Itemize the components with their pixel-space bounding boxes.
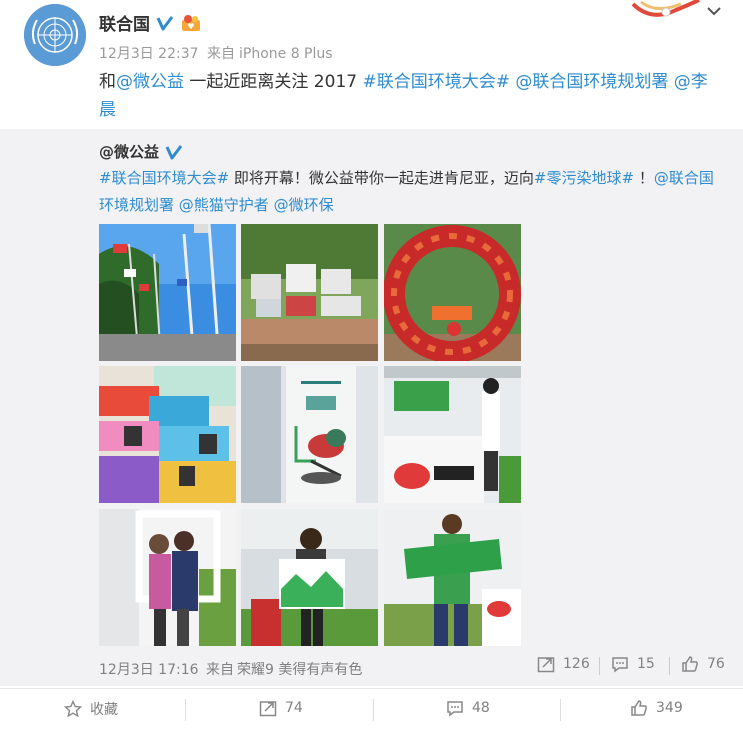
post-time[interactable]: 12月3日 22:37	[99, 46, 199, 62]
weibo-booth-photo[interactable]	[384, 366, 521, 503]
mention-link[interactable]: @微环保	[274, 196, 334, 214]
man-frame-photo[interactable]	[241, 509, 378, 646]
repost-comment-button[interactable]: 15	[611, 655, 655, 673]
divider	[560, 699, 561, 721]
repost-source: 荣耀9 美得有声有色	[236, 662, 363, 678]
like-count: 349	[656, 700, 683, 716]
repost-author-row: @微公益	[99, 141, 183, 162]
divider	[599, 657, 600, 675]
favorite-label: 收藏	[90, 702, 118, 718]
post-meta: 12月3日 22:37 来自 iPhone 8 Plus	[99, 43, 337, 63]
repost-author[interactable]: @微公益	[99, 141, 159, 162]
comment-icon	[612, 657, 628, 673]
thumbs-up-icon	[631, 700, 647, 716]
thumbs-up-icon	[682, 656, 698, 672]
mention-link[interactable]: @熊猫守护者	[179, 196, 269, 214]
repost-box: @微公益 #联合国环境大会# 即将开幕！微公益带你一起走进肯尼亚，迈向#零污染地…	[0, 129, 743, 686]
topic-link[interactable]: #联合国环境大会#	[99, 169, 229, 187]
chevron-down-icon[interactable]	[705, 2, 723, 20]
topic-link[interactable]: #零污染地球#	[534, 169, 634, 187]
repost-like-button[interactable]: 76	[681, 655, 725, 673]
mention-link[interactable]: @联合国环境规划署	[515, 72, 668, 92]
forward-icon	[537, 657, 555, 673]
avatar[interactable]	[24, 4, 86, 66]
vip-badge-icon: ♥	[182, 14, 200, 31]
beat-pollution-sign-photo[interactable]	[241, 224, 378, 361]
repost-source-prefix: 来自	[205, 662, 234, 678]
post-source-prefix: 来自	[206, 46, 235, 62]
repost-meta: 12月3日 17:16 来自 荣耀9 美得有声有色	[99, 659, 365, 679]
forward-button[interactable]: 74	[259, 699, 303, 717]
topic-link[interactable]: #联合国环境大会#	[362, 72, 510, 92]
author-name-row: 联合国 ♥	[99, 10, 202, 35]
red-sculpture-photo[interactable]	[384, 224, 521, 361]
like-button[interactable]: 349	[630, 699, 683, 717]
two-women-frame-photo[interactable]	[99, 509, 236, 646]
flags-photo[interactable]	[99, 224, 236, 361]
repost-like-count: 76	[707, 656, 725, 672]
comment-button[interactable]: 48	[446, 699, 490, 717]
comment-icon	[447, 701, 463, 717]
svg-text:♥: ♥	[187, 22, 194, 31]
colorful-cards-photo[interactable]	[99, 366, 236, 503]
post-source: iPhone 8 Plus	[238, 46, 333, 62]
forward-count: 74	[285, 700, 303, 716]
repost-text-part: ！	[634, 169, 654, 187]
post-text: 和@微公益 一起近距离关注 2017 #联合国环境大会# @联合国环境规划署 @…	[99, 68, 719, 124]
bird-poster-photo[interactable]	[241, 366, 378, 503]
un-logo-icon	[24, 4, 86, 66]
post-text-part: 一起近距离关注 2017	[184, 72, 363, 92]
favorite-button[interactable]: 收藏	[64, 699, 118, 719]
card-decoration-icon	[631, 0, 700, 17]
repost-text: #联合国环境大会# 即将开幕！微公益带你一起走进肯尼亚，迈向#零污染地球# ！ @…	[99, 165, 724, 219]
divider	[669, 657, 670, 675]
forward-icon	[259, 701, 277, 717]
action-bar: 收藏 74 48 349	[0, 688, 743, 730]
verified-icon	[165, 144, 183, 159]
mention-link[interactable]: @微公益	[116, 72, 184, 92]
photo-grid	[99, 224, 521, 646]
author-name[interactable]: 联合国	[99, 10, 150, 35]
verified-icon	[156, 15, 174, 30]
repost-comment-count: 15	[637, 656, 655, 672]
repost-text-part: 即将开幕！微公益带你一起走进肯尼亚，迈向	[229, 169, 534, 187]
repost-forward-button[interactable]: 126	[537, 655, 590, 673]
post-text-part: 和	[99, 72, 116, 92]
comment-count: 48	[472, 700, 490, 716]
divider	[373, 699, 374, 721]
repost-time[interactable]: 12月3日 17:16	[99, 662, 199, 678]
star-icon	[64, 700, 82, 718]
divider	[185, 699, 186, 721]
repost-forward-count: 126	[563, 656, 590, 672]
man-green-sign-photo[interactable]	[384, 509, 521, 646]
